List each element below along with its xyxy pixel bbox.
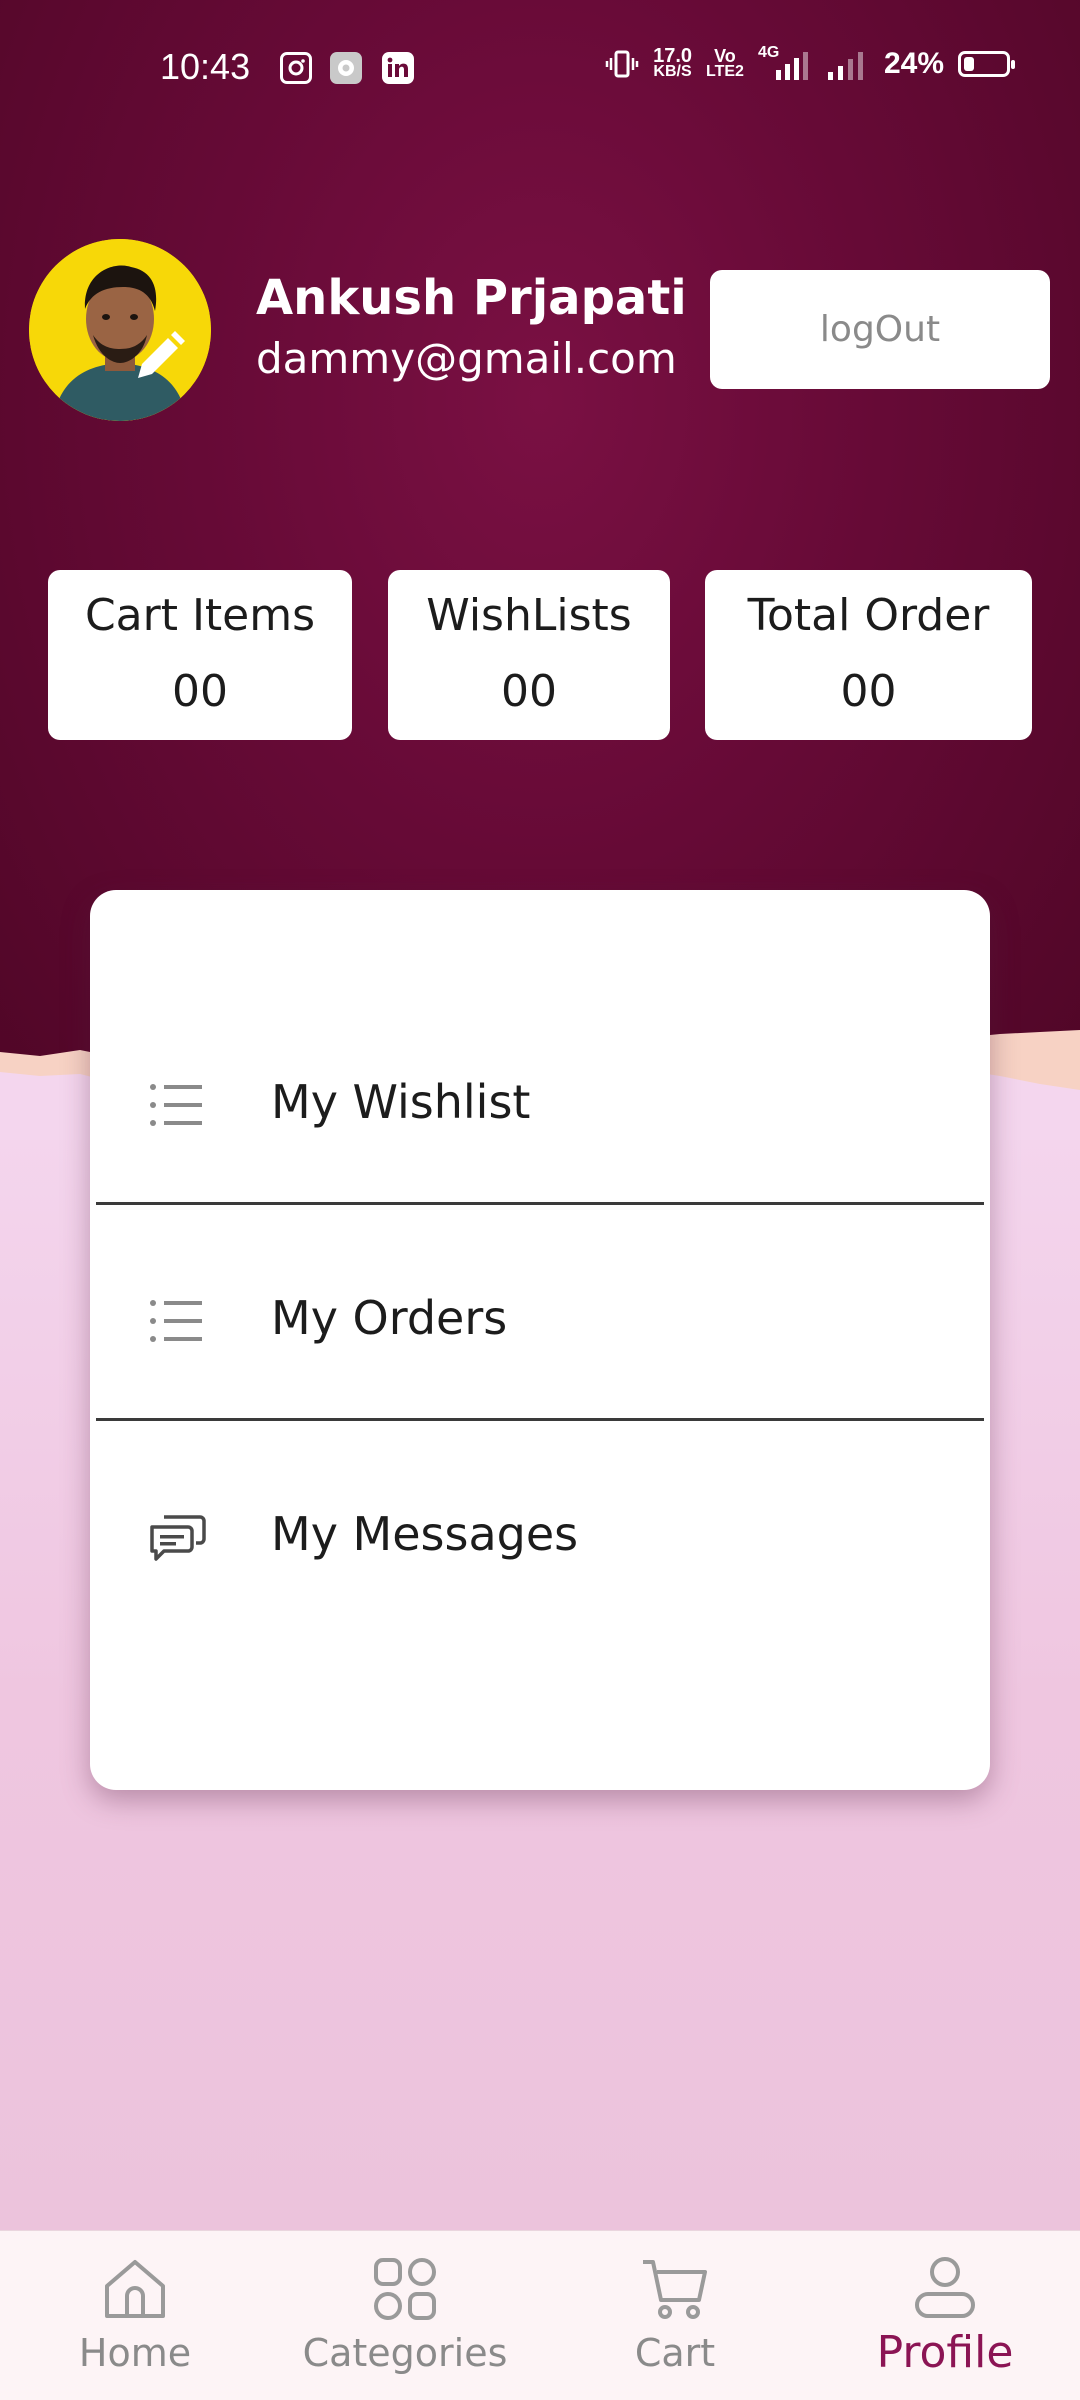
battery-level-fill bbox=[964, 57, 974, 71]
menu-divider bbox=[96, 1202, 984, 1205]
menu-label: My Orders bbox=[271, 1291, 508, 1345]
status-time: 10:43 bbox=[160, 46, 251, 87]
battery-icon bbox=[958, 51, 1015, 77]
menu-label: My Wishlist bbox=[271, 1075, 531, 1129]
chat-icon bbox=[150, 1515, 206, 1561]
net-speed: 17.0 KB/S bbox=[653, 45, 693, 80]
menu-item-my-orders[interactable]: My Orders bbox=[96, 1251, 984, 1391]
volte-bottom: LTE2 bbox=[706, 63, 744, 80]
nav-item-categories[interactable]: Categories bbox=[300, 2231, 510, 2400]
stat-card-wishlists[interactable]: WishLists 00 bbox=[388, 570, 670, 740]
user-email: dammy@gmail.com bbox=[256, 334, 677, 383]
list-icon bbox=[150, 1300, 202, 1342]
signal-sim2-icon bbox=[827, 52, 863, 80]
profile-screen: 10:43 17.0 KB/S Vo LTE2 4G 24% Ankush Pr… bbox=[0, 0, 1080, 2400]
instagram-icon bbox=[280, 52, 312, 84]
user-name: Ankush Prjapati bbox=[256, 270, 687, 326]
nav-label: Profile bbox=[876, 2327, 1014, 2378]
stat-label: WishLists bbox=[426, 590, 632, 641]
grid-icon bbox=[374, 2258, 436, 2320]
logout-button[interactable]: logOut bbox=[710, 270, 1050, 389]
signal-4g-icon: 4G bbox=[758, 44, 812, 82]
nav-item-home[interactable]: Home bbox=[40, 2231, 230, 2400]
status-bar: 10:43 17.0 KB/S Vo LTE2 4G 24% bbox=[0, 0, 1080, 140]
stat-card-cart-items[interactable]: Cart Items 00 bbox=[48, 570, 352, 740]
stat-label: Cart Items bbox=[84, 590, 316, 641]
status-indicators: 17.0 KB/S Vo LTE2 4G 24% bbox=[605, 44, 1015, 82]
stat-value: 00 bbox=[172, 666, 228, 717]
volte-top: Vo bbox=[714, 46, 736, 66]
battery-percent: 24% bbox=[883, 47, 944, 80]
vibrate-icon bbox=[605, 50, 639, 78]
home-icon bbox=[105, 2260, 165, 2318]
nav-label: Cart bbox=[634, 2331, 716, 2375]
profile-menu-card: My Wishlist My Orders My Messages bbox=[90, 890, 990, 1790]
menu-label: My Messages bbox=[271, 1507, 579, 1561]
list-icon bbox=[150, 1084, 202, 1126]
nav-item-profile[interactable]: Profile bbox=[855, 2231, 1035, 2400]
linkedin-icon bbox=[382, 52, 414, 84]
menu-item-my-wishlist[interactable]: My Wishlist bbox=[96, 1035, 984, 1175]
net-speed-unit: KB/S bbox=[653, 63, 692, 80]
nav-label: Categories bbox=[302, 2331, 508, 2375]
net-speed-value: 17.0 bbox=[653, 45, 693, 67]
nav-item-cart[interactable]: Cart bbox=[590, 2231, 760, 2400]
edit-pencil-icon[interactable] bbox=[130, 328, 188, 386]
user-icon bbox=[915, 2257, 975, 2318]
menu-item-my-messages[interactable]: My Messages bbox=[96, 1467, 984, 1607]
cart-icon bbox=[643, 2260, 707, 2319]
settings-icon bbox=[330, 52, 362, 84]
nav-label: Home bbox=[78, 2331, 192, 2375]
menu-divider bbox=[96, 1418, 984, 1421]
stat-card-total-order[interactable]: Total Order 00 bbox=[705, 570, 1032, 740]
stat-value: 00 bbox=[501, 666, 557, 717]
bottom-navigation: Home Categories Cart Profile bbox=[0, 2230, 1080, 2400]
volte-indicator: Vo LTE2 bbox=[706, 46, 744, 80]
stat-value: 00 bbox=[840, 666, 897, 717]
stat-label: Total Order bbox=[747, 590, 990, 641]
